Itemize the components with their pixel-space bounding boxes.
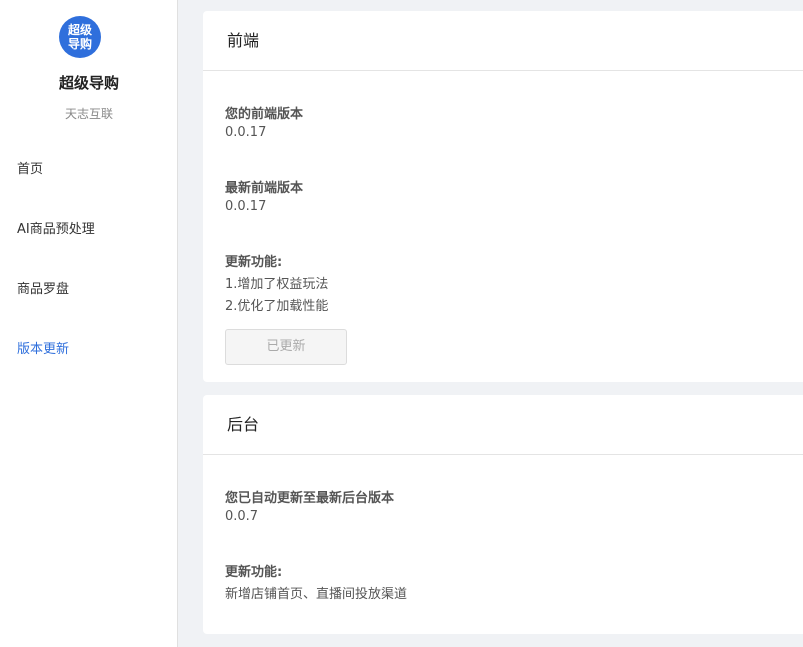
updated-button[interactable]: 已更新 [225,329,347,365]
backend-features-label: 更新功能: [225,565,283,580]
your-frontend-version-value: 0.0.17 [225,125,267,140]
latest-frontend-version-label: 最新前端版本 [225,181,304,196]
backend-feature-item: 新增店铺首页、直播间投放渠道 [225,587,408,602]
frontend-card: 前端 您的前端版本 0.0.17 最新前端版本 0.0.17 更新功能: 1.增… [203,11,803,382]
backend-card: 后台 您已自动更新至最新后台版本 0.0.7 更新功能: 新增店铺首页、直播间投… [203,395,803,634]
latest-frontend-version-value: 0.0.17 [225,199,267,214]
frontend-features-label: 更新功能: [225,255,283,270]
app-logo: 超级 导购 [59,16,101,58]
sidebar-item-version-update[interactable]: 版本更新 [17,338,69,357]
backend-version-value: 0.0.7 [225,509,259,524]
app-title: 超级导购 [58,74,119,92]
frontend-card-header: 前端 [203,11,803,71]
backend-card-header: 后台 [203,395,803,455]
sidebar-item-home[interactable]: 首页 [17,158,43,177]
your-frontend-version-label: 您的前端版本 [225,107,304,122]
app-subtitle: 天志互联 [64,107,113,121]
sidebar-item-product-compass[interactable]: 商品罗盘 [17,278,69,297]
backend-auto-update-label: 您已自动更新至最新后台版本 [225,491,395,506]
sidebar: 超级 导购 超级导购 天志互联 首页 AI商品预处理 商品罗盘 版本更新 [0,0,178,647]
frontend-feature-item: 1.增加了权益玩法 [225,277,329,292]
sidebar-item-ai-preprocess[interactable]: AI商品预处理 [17,218,95,237]
app-root: 超级 导购 超级导购 天志互联 首页 AI商品预处理 商品罗盘 版本更新 前端 … [0,0,803,647]
frontend-feature-item: 2.优化了加载性能 [225,299,329,314]
